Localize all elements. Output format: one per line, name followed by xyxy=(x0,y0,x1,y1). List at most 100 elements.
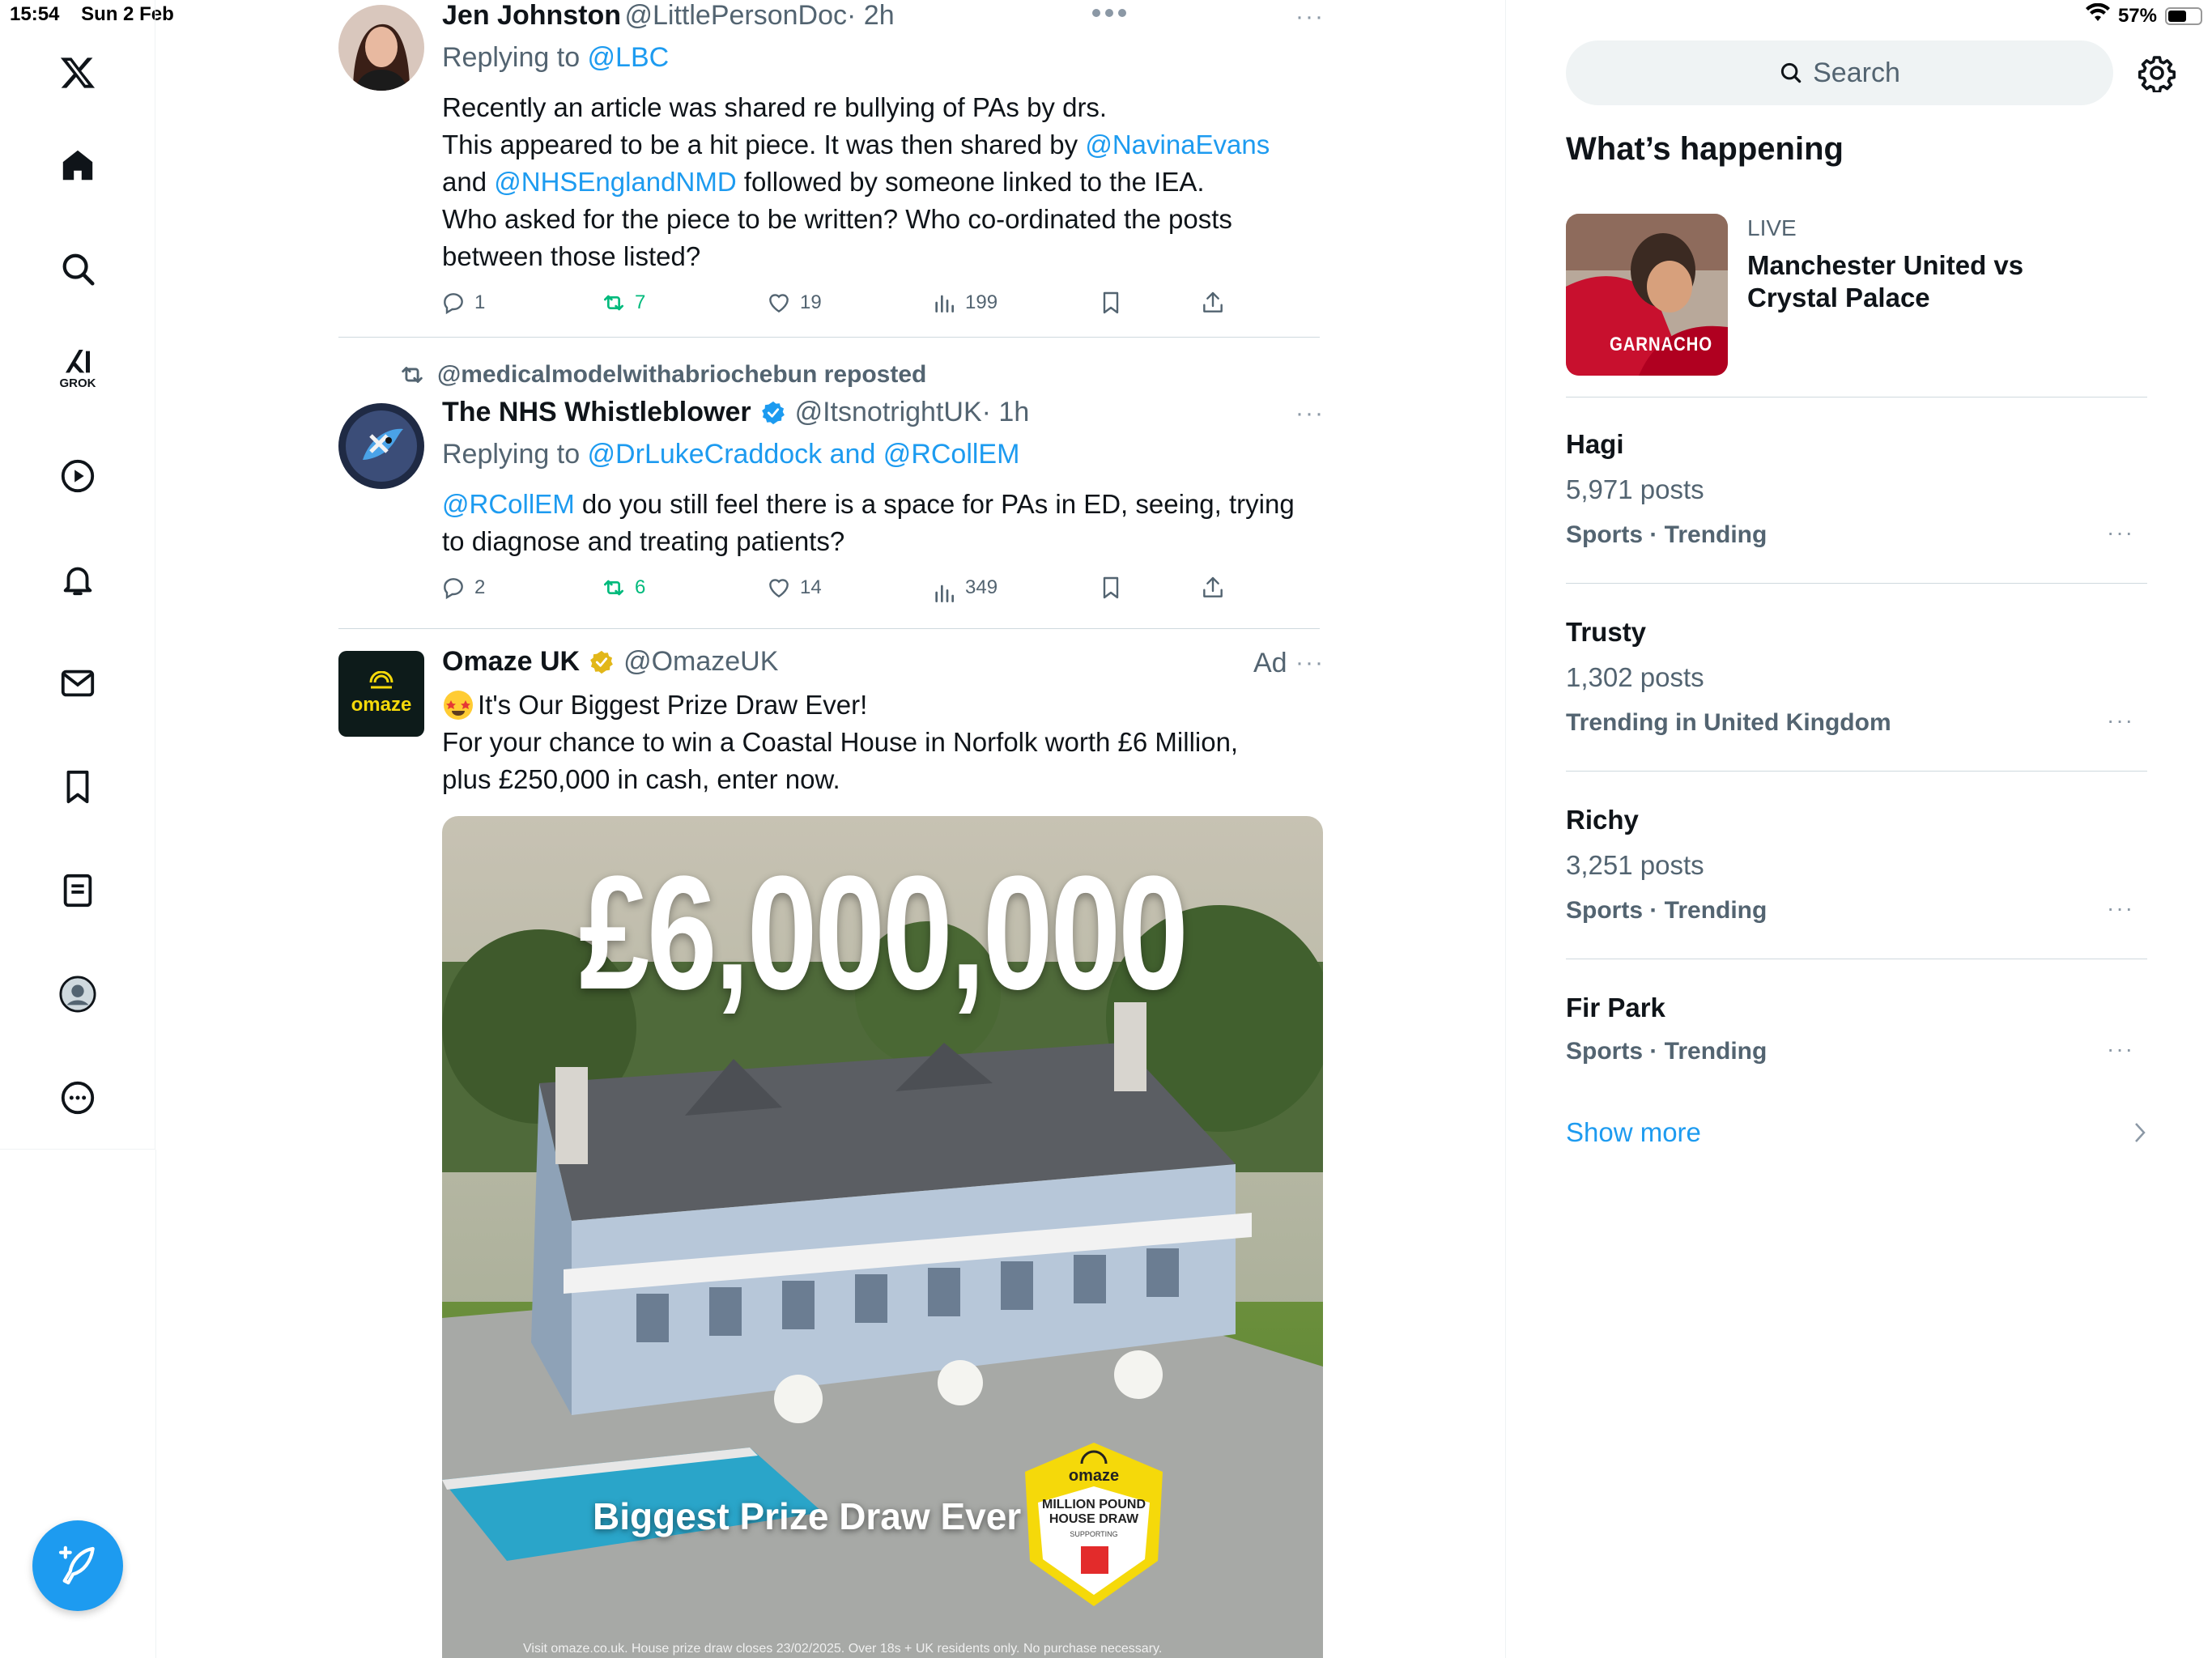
trend-item[interactable]: Fir Park Sports · Trending ··· xyxy=(1566,976,2147,1082)
reply-button[interactable]: 1 xyxy=(440,290,485,316)
player-name-text: GARNACHO xyxy=(1610,334,1712,355)
compose-button[interactable] xyxy=(32,1520,123,1611)
repost-button[interactable]: 7 xyxy=(601,290,645,316)
author-name[interactable]: The NHS Whistleblower xyxy=(442,397,751,428)
title-line: Crystal Palace xyxy=(1747,283,1930,312)
repost-count: 6 xyxy=(635,576,646,598)
trend-item[interactable]: Hagi 5,971 posts Sports · Trending ··· xyxy=(1566,413,2147,584)
title-line: Manchester United vs xyxy=(1747,250,2024,280)
trend-count: 5,971 posts xyxy=(1566,474,1704,504)
more-icon[interactable]: ··· xyxy=(1295,3,1325,31)
omaze-logo-icon xyxy=(369,671,393,689)
tweet-time: · 1h xyxy=(981,397,1030,427)
like-count: 19 xyxy=(800,291,822,313)
notifications-bell-icon[interactable] xyxy=(45,547,110,612)
battery-percent: 57% xyxy=(2117,4,2157,27)
more-icon[interactable]: ··· xyxy=(1295,649,1325,677)
views-button[interactable]: 349 xyxy=(931,570,998,606)
omaze-avatar[interactable]: omaze xyxy=(338,651,424,737)
repost-label[interactable]: @medicalmodelwithabriochebun reposted xyxy=(437,361,926,389)
tweet-1-text: Recently an article was shared re bullyi… xyxy=(442,89,1325,275)
live-label: LIVE xyxy=(1747,215,1797,240)
author-handle[interactable]: @OmazeUK xyxy=(623,646,778,678)
messages-mail-icon[interactable] xyxy=(45,651,110,716)
settings-gear-icon[interactable] xyxy=(2138,53,2176,96)
text-line: and @NHSEnglandNMD followed by someone l… xyxy=(442,164,1325,201)
ad-label: Ad xyxy=(1253,648,1287,678)
author-handle[interactable]: @LittlePersonDoc xyxy=(624,0,847,31)
home-icon[interactable] xyxy=(45,133,110,198)
tweet-divider xyxy=(338,628,1320,629)
text-line: to diagnose and treating patients? xyxy=(442,526,845,556)
views-button[interactable]: 199 xyxy=(931,290,998,316)
lists-icon[interactable] xyxy=(45,858,110,923)
video-play-icon[interactable] xyxy=(45,444,110,508)
x-logo-icon[interactable] xyxy=(45,40,110,105)
chevron-right-icon xyxy=(2133,1120,2147,1149)
trend-context: Trending in United Kingdom xyxy=(1566,709,1891,736)
replying-prefix: Replying to xyxy=(442,42,588,73)
mention-link[interactable]: @NHSEnglandNMD xyxy=(494,167,736,197)
trend-context: Sports · Trending xyxy=(1566,521,1767,548)
text-segment: do you still feel there is a space for P… xyxy=(574,489,1295,519)
trend-more-icon[interactable]: ··· xyxy=(2107,520,2134,546)
bookmarks-icon[interactable] xyxy=(45,755,110,819)
text-line: plus £250,000 in cash, enter now. xyxy=(442,764,840,794)
trend-item[interactable]: Trusty 1,302 posts Trending in United Ki… xyxy=(1566,601,2147,772)
trend-title: Trusty xyxy=(1566,617,1647,647)
search-icon xyxy=(1781,62,1802,83)
trend-context: Sports · Trending xyxy=(1566,897,1767,924)
repost-icon xyxy=(402,367,423,383)
avatar[interactable] xyxy=(338,5,424,91)
prize-amount: £6,000,000 xyxy=(579,843,1189,1023)
author-name[interactable]: Omaze UK xyxy=(442,646,580,678)
avatar[interactable] xyxy=(338,403,424,489)
heart-icon xyxy=(769,294,789,313)
explore-search-icon[interactable] xyxy=(45,236,110,301)
bookmark-button[interactable] xyxy=(1098,575,1124,601)
like-button[interactable]: 14 xyxy=(766,575,822,601)
trend-more-icon[interactable]: ··· xyxy=(2107,708,2134,733)
more-options-icon[interactable] xyxy=(45,1065,110,1130)
tweet-divider xyxy=(338,337,1320,338)
author-name[interactable]: Jen Johnston xyxy=(442,0,621,31)
search-input[interactable]: Search xyxy=(1566,40,2113,105)
repost-count: 7 xyxy=(635,291,646,313)
more-icon[interactable]: ··· xyxy=(1295,400,1325,427)
grok-icon[interactable]: GROK xyxy=(45,335,110,400)
bookmark-button[interactable] xyxy=(1098,290,1124,316)
prize-caption: Biggest Prize Draw Ever xyxy=(593,1495,1022,1537)
trend-more-icon[interactable]: ··· xyxy=(2107,895,2134,921)
show-more-link[interactable]: Show more xyxy=(1566,1117,1701,1148)
replying-to-link[interactable]: @DrLukeCraddock and @RCollEM xyxy=(588,439,1020,470)
trend-context: Sports · Trending xyxy=(1566,1038,1767,1065)
like-button[interactable]: 19 xyxy=(766,290,822,316)
ellipsis-icon[interactable] xyxy=(1090,0,1129,28)
replying-prefix: Replying to xyxy=(442,439,588,470)
reply-button[interactable]: 2 xyxy=(440,575,485,601)
badge-line-2: HOUSE DRAW xyxy=(1049,1512,1139,1526)
bookmark-icon xyxy=(1103,576,1119,599)
repost-button[interactable]: 6 xyxy=(601,575,645,601)
share-icon xyxy=(1203,576,1223,597)
heart-icon xyxy=(769,579,789,598)
avatar-text: omaze xyxy=(351,694,412,716)
mention-link[interactable]: @NavinaEvans xyxy=(1085,130,1270,159)
replying-to: Replying to @DrLukeCraddock and @RCollEM xyxy=(442,439,1019,470)
star-struck-emoji-icon xyxy=(444,691,473,720)
replying-to-link[interactable]: @LBC xyxy=(588,42,670,73)
reply-count: 2 xyxy=(474,576,486,598)
views-chart-icon xyxy=(935,295,954,312)
share-button[interactable] xyxy=(1200,290,1226,316)
text-line: It's Our Biggest Prize Draw Ever! xyxy=(442,687,1325,724)
author-handle[interactable]: @ItsnotrightUK xyxy=(795,397,982,428)
mention-link[interactable]: @RCollEM xyxy=(442,489,575,519)
text-segment: followed by someone linked to the IEA. xyxy=(736,167,1205,197)
trend-item[interactable]: Richy 3,251 posts Sports · Trending ··· xyxy=(1566,789,2147,959)
ad-image[interactable]: £6,000,000 Biggest Prize Draw Ever omaze… xyxy=(442,816,1323,1658)
trend-more-icon[interactable]: ··· xyxy=(2107,1036,2134,1062)
live-event-card[interactable]: GARNACHO LIVE Manchester United vs Cryst… xyxy=(1566,212,2147,397)
share-button[interactable] xyxy=(1200,575,1226,601)
profile-avatar-icon[interactable] xyxy=(45,962,110,1027)
reply-count: 1 xyxy=(474,291,486,313)
